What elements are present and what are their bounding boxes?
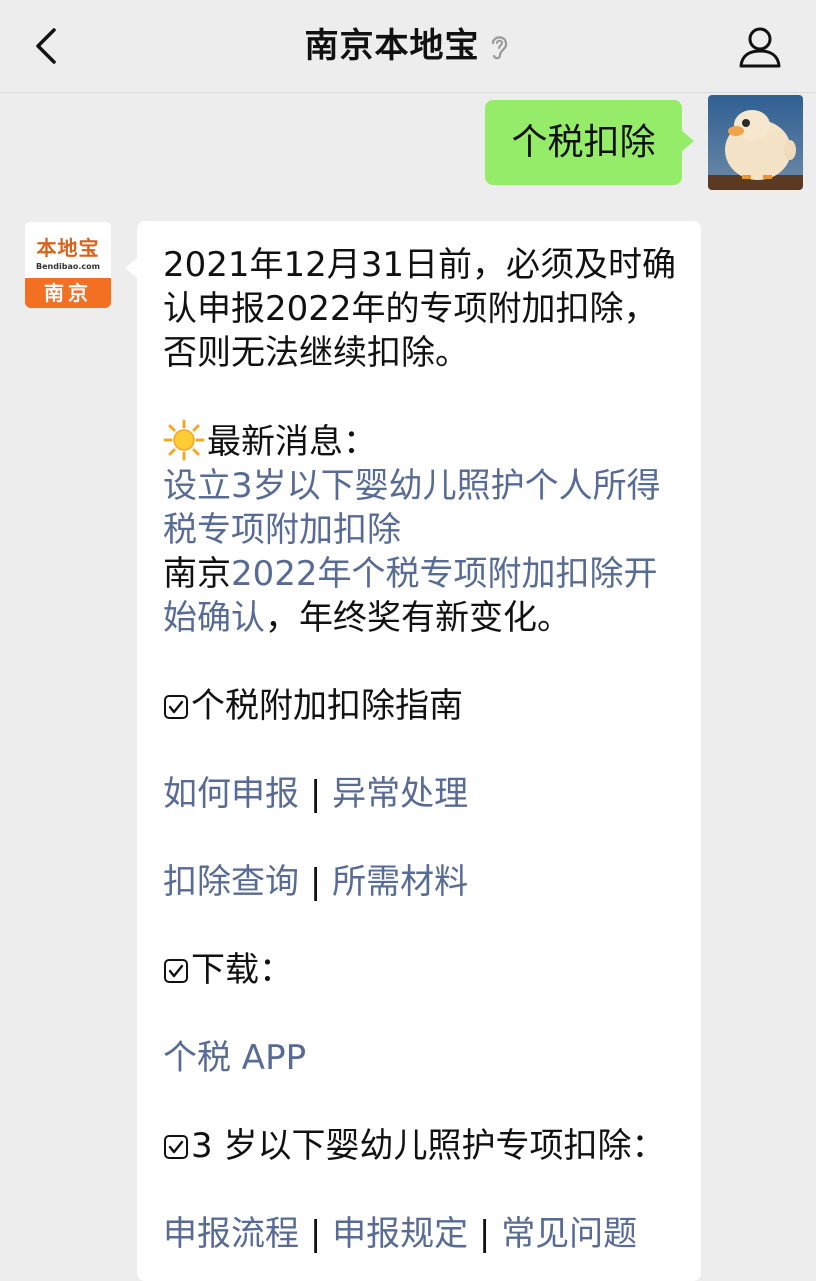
link-faq[interactable]: 常见问题 <box>501 1214 637 1254</box>
logo-brand: 本地宝 <box>36 236 100 260</box>
my-avatar[interactable] <box>708 95 803 190</box>
link-separator: | <box>309 774 322 814</box>
guide-links-row-2: 扣除查询 | 所需材料 <box>163 860 683 904</box>
avatar-image <box>708 95 803 190</box>
user-icon[interactable] <box>736 22 784 70</box>
sun-icon <box>163 419 205 461</box>
news-link-infant-care[interactable]: 设立3岁以下婴幼儿照护个人所得税专项附加扣除 <box>163 466 661 550</box>
link-separator: | <box>478 1214 491 1254</box>
news-title: 最新消息： <box>207 422 377 462</box>
news-prefix: 南京 <box>163 554 231 594</box>
incoming-message-bubble: 2021年12月31日前，必须及时确认申报2022年的专项附加扣除，否则无法继续… <box>125 221 701 1281</box>
link-required-materials[interactable]: 所需材料 <box>332 862 468 902</box>
news-suffix: ，年终奖有新变化。 <box>265 598 571 638</box>
checkbox-checked-icon <box>164 959 188 983</box>
guide-heading: 个税附加扣除指南 <box>163 684 683 728</box>
link-tax-app[interactable]: 个税 APP <box>163 1038 306 1078</box>
checkbox-checked-icon <box>164 1135 188 1159</box>
link-exception-handling[interactable]: 异常处理 <box>332 774 468 814</box>
guide-title: 个税附加扣除指南 <box>191 686 463 726</box>
infant-title: 3 岁以下婴幼儿照护专项扣除： <box>191 1126 666 1166</box>
checkbox-checked-icon <box>164 695 188 719</box>
guide-links-row-1: 如何申报 | 异常处理 <box>163 772 683 816</box>
infant-heading: 3 岁以下婴幼儿照护专项扣除： <box>163 1124 683 1168</box>
news-item-2: 南京2022年个税专项附加扣除开始确认，年终奖有新变化。 <box>163 552 683 640</box>
logo-domain: Bendibao.com <box>36 262 100 271</box>
link-how-to-declare[interactable]: 如何申报 <box>163 774 299 814</box>
nav-bar: 南京本地宝 <box>0 0 816 93</box>
logo-top: 本地宝 Bendibao.com <box>25 222 111 278</box>
logo-city: 南京 <box>25 278 111 308</box>
link-deduction-query[interactable]: 扣除查询 <box>163 862 299 902</box>
news-heading: 最新消息： <box>163 419 683 464</box>
sender-avatar[interactable]: 本地宝 Bendibao.com 南京 <box>25 222 111 308</box>
ear-icon[interactable] <box>486 31 512 61</box>
nav-title-wrap: 南京本地宝 <box>0 22 816 70</box>
download-title: 下载： <box>191 950 293 990</box>
message-content: 2021年12月31日前，必须及时确认申报2022年的专项附加扣除，否则无法继续… <box>163 243 683 1256</box>
outgoing-message-bubble[interactable]: 个税扣除 <box>485 100 694 185</box>
download-row: 个税 APP <box>163 1036 683 1080</box>
link-declare-process[interactable]: 申报流程 <box>163 1214 299 1254</box>
page-title: 南京本地宝 <box>304 26 480 66</box>
link-declare-rules[interactable]: 申报规定 <box>332 1214 468 1254</box>
intro-text: 2021年12月31日前，必须及时确认申报2022年的专项附加扣除，否则无法继续… <box>163 245 677 373</box>
infant-links-row: 申报流程 | 申报规定 | 常见问题 <box>163 1212 683 1256</box>
link-separator: | <box>309 1214 322 1254</box>
link-separator: | <box>309 862 322 902</box>
news-item-1: 设立3岁以下婴幼儿照护个人所得税专项附加扣除 <box>163 464 683 552</box>
download-heading: 下载： <box>163 948 683 992</box>
